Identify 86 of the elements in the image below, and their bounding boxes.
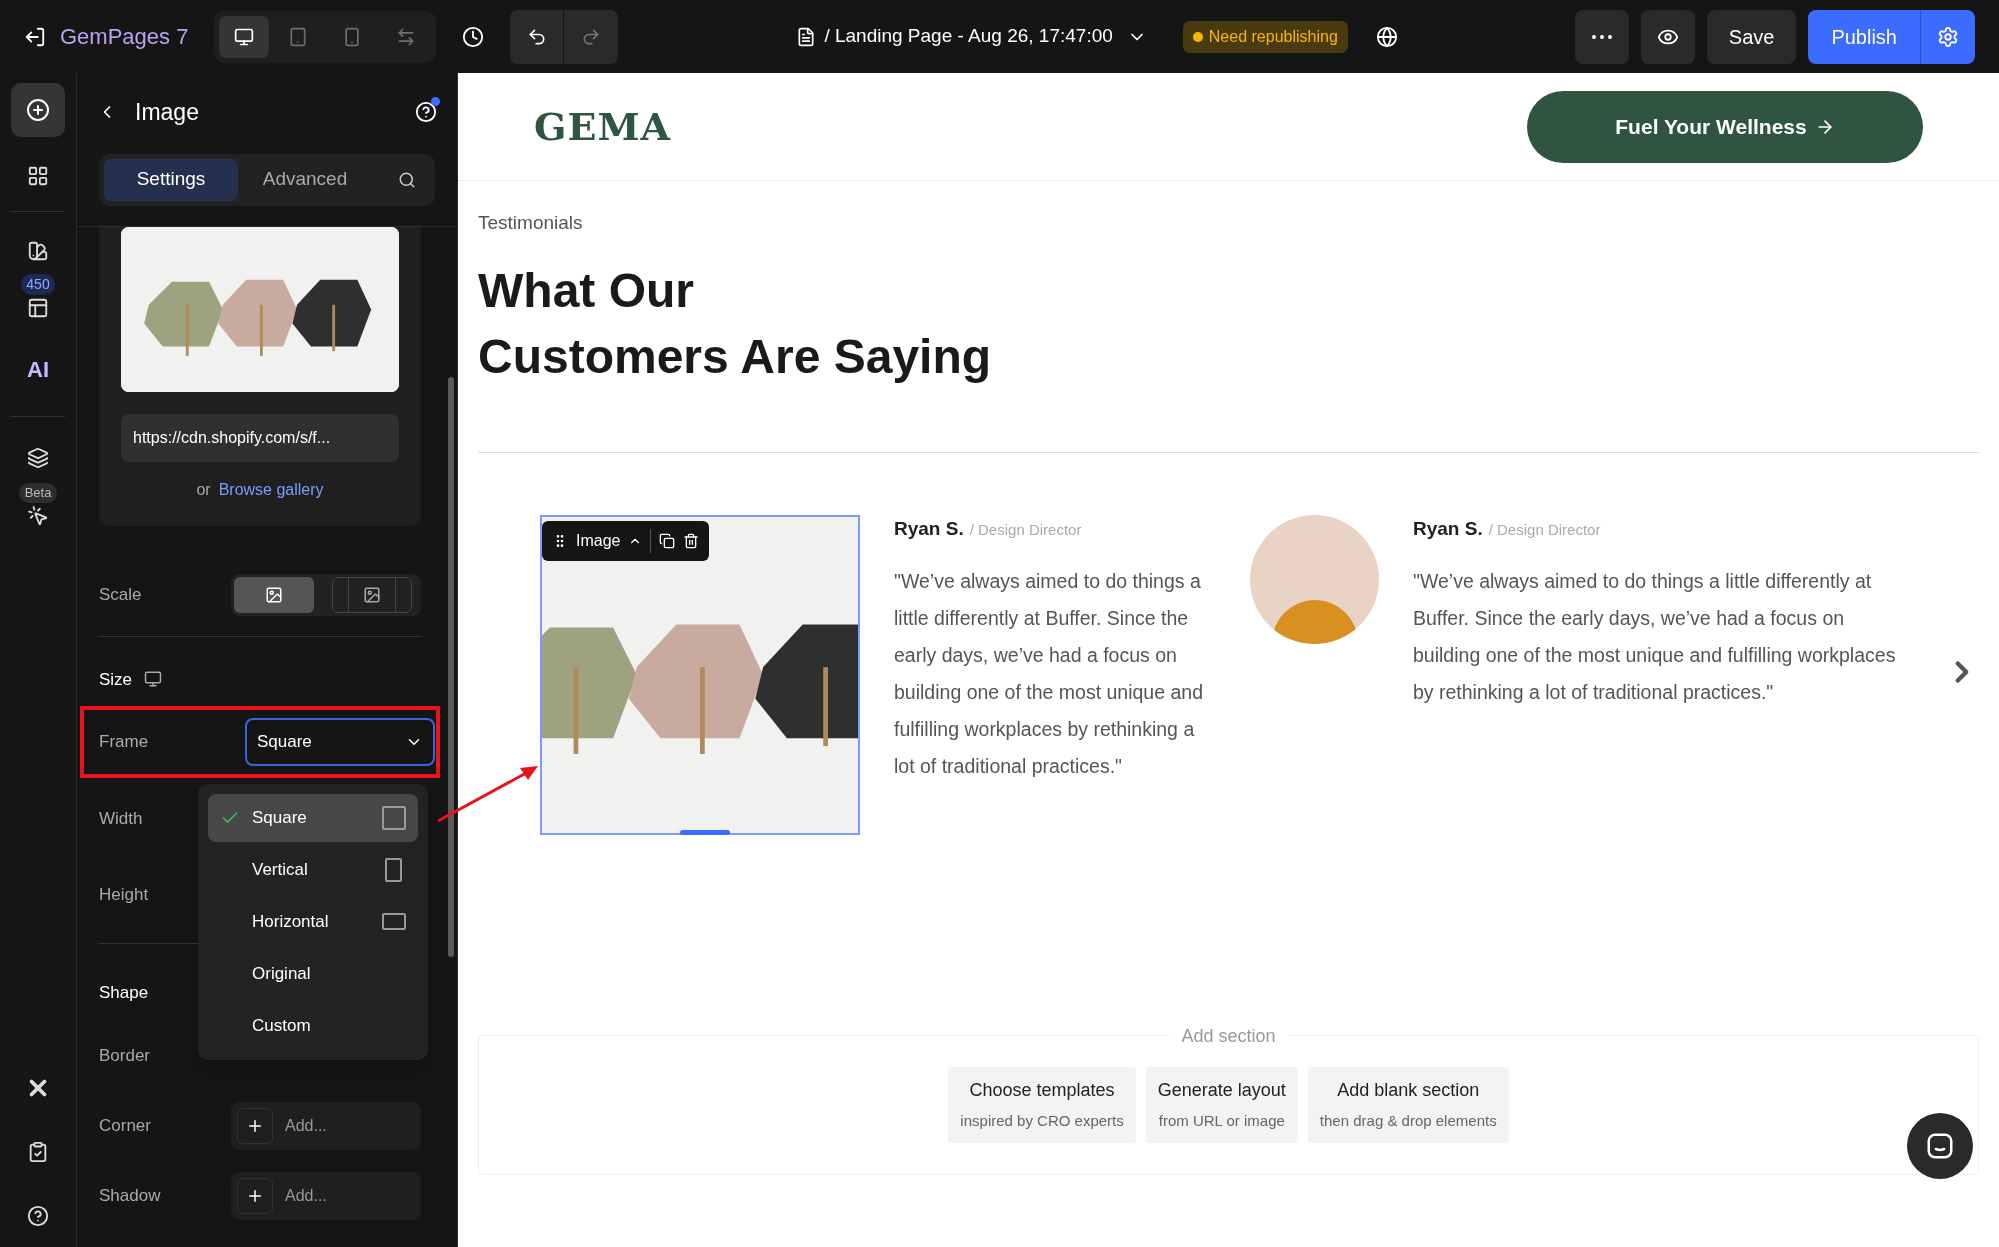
ai-button[interactable]: AI	[27, 353, 49, 386]
frame-option[interactable]: Original	[208, 949, 418, 998]
or-text: or	[196, 479, 211, 500]
frame-option[interactable]: Horizontal	[208, 897, 418, 946]
size-label: Size	[99, 668, 133, 691]
section-eyebrow: Testimonials	[478, 211, 584, 235]
plus-circle-icon	[26, 98, 50, 122]
add-section-option[interactable]: Choose templates inspired by CRO experts	[948, 1067, 1136, 1143]
image-icon	[363, 585, 381, 604]
browse-gallery-link[interactable]: Browse gallery	[218, 477, 324, 502]
desktop-device-icon	[234, 26, 255, 47]
vertical-frame-icon	[385, 857, 402, 882]
cursor-icon[interactable]	[27, 504, 49, 527]
testimonial-quote: "We’ve always aimed to do things a little differently at Buffer. Since the early days, we’ve had a focus on building one of the most unique and fulfilling workplaces by rethinking a lot of traditional practices."	[1413, 569, 1897, 705]
add-section-option[interactable]: Add blank section then drag & drop elements	[1307, 1067, 1509, 1143]
shadow-label: Shadow	[99, 1184, 161, 1207]
section-heading: What Our	[478, 262, 695, 319]
selected-image[interactable]: Image	[540, 514, 860, 835]
device-toggle[interactable]	[219, 15, 270, 58]
brand-logo: GemPages 7	[60, 23, 189, 51]
horizontal-frame-icon	[382, 913, 406, 930]
reviewer-name: Ryan S.	[894, 516, 964, 541]
plus-icon	[237, 1107, 273, 1144]
chat-icon	[1925, 1131, 1955, 1161]
corner-field[interactable]: Add...	[231, 1101, 421, 1150]
beta-badge: Beta	[18, 483, 58, 503]
tablet-device-icon	[288, 26, 309, 47]
history-icon[interactable]	[462, 25, 485, 48]
settings-icon	[1937, 25, 1959, 48]
plus-icon	[237, 1177, 273, 1214]
desktop-icon	[144, 670, 163, 689]
reviewer-role: / Design Director	[969, 519, 1082, 540]
search-icon[interactable]	[398, 170, 416, 189]
height-label: Height	[99, 883, 149, 906]
duplicate-icon[interactable]	[659, 532, 676, 549]
frame-option[interactable]: Vertical	[208, 845, 418, 894]
resize-handle[interactable]	[680, 829, 730, 835]
globe-icon[interactable]	[1375, 25, 1398, 48]
help-icon[interactable]	[27, 1205, 49, 1227]
apps-icon[interactable]	[27, 165, 49, 187]
frame-select[interactable]: Square	[245, 718, 435, 766]
scrollbar[interactable]	[448, 376, 454, 957]
frame-option[interactable]: Custom	[208, 1001, 418, 1050]
reviewer-role: / Design Director	[1488, 519, 1601, 540]
status-badge: Need republishing	[1182, 20, 1348, 53]
save-button[interactable]: Save	[1706, 9, 1797, 64]
frame-option[interactable]: Square	[208, 793, 418, 842]
corner-label: Corner	[99, 1114, 151, 1137]
sections-icon[interactable]	[27, 297, 49, 319]
exit-icon[interactable]	[24, 25, 46, 48]
reviewer-name: Ryan S.	[1413, 516, 1483, 541]
element-type-label: Image	[576, 530, 621, 551]
publish-settings-button[interactable]	[1921, 9, 1975, 64]
count-badge: 450	[21, 274, 55, 295]
scale-fit-option[interactable]	[332, 576, 412, 613]
testimonial-quote: "We’ve always aimed to do things a little differently at Buffer. Since the early days, we’ve had a focus on building one of the most unique and fulfilling workplaces by rethinking a lot of traditional practices."	[894, 569, 1204, 779]
clipboard-icon[interactable]	[27, 1141, 49, 1163]
redo-icon	[581, 26, 602, 47]
frame-label: Frame	[99, 731, 149, 754]
scale-label: Scale	[99, 583, 142, 606]
more-icon	[1591, 34, 1612, 39]
scale-fill-option[interactable]	[234, 576, 314, 613]
panel-tab[interactable]: Settings	[104, 158, 238, 201]
theme-icon[interactable]	[27, 240, 49, 262]
layers-icon[interactable]	[27, 447, 49, 469]
delete-icon[interactable]	[683, 532, 700, 549]
image-preview[interactable]	[121, 226, 399, 392]
publish-button[interactable]: Publish	[1808, 9, 1921, 64]
section-heading: Customers Are Saying	[478, 328, 993, 385]
panel-tab[interactable]: Advanced	[238, 158, 372, 201]
shadow-field[interactable]: Add...	[231, 1171, 421, 1220]
width-label: Width	[99, 808, 143, 830]
cta-button[interactable]: Fuel Your Wellness	[1527, 90, 1923, 163]
url-field[interactable]: https://cdn.shopify.com/s/f...	[121, 413, 399, 462]
border-label: Border	[99, 1044, 151, 1067]
image-icon	[265, 585, 283, 604]
panel-title: Image	[135, 98, 199, 127]
add-element-button[interactable]	[11, 83, 65, 137]
square-frame-icon	[382, 805, 406, 830]
brand-logo: GEMA	[534, 103, 671, 151]
shape-heading: Shape	[99, 982, 149, 1004]
page-icon	[796, 26, 817, 47]
preview-button[interactable]	[1640, 9, 1695, 64]
undo-icon	[526, 26, 547, 47]
page-title[interactable]: / Landing Page - Aug 26, 17:47:00	[824, 22, 1113, 51]
add-section-option[interactable]: Generate layout from URL or image	[1145, 1067, 1298, 1143]
